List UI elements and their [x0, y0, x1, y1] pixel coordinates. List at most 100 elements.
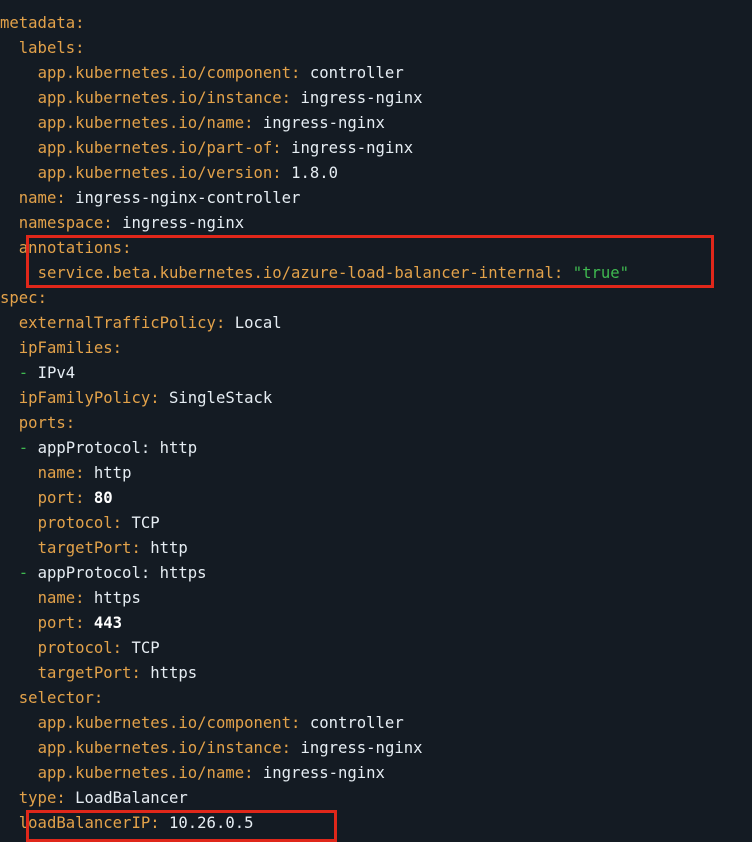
- yaml-key: targetPort: [37, 664, 132, 682]
- yaml-key: name: [18, 189, 57, 207]
- yaml-value: 443: [93, 614, 123, 632]
- code-line: namespace: ingress-nginx: [0, 211, 752, 236]
- yaml-key: app.kubernetes.io/name: [37, 764, 245, 782]
- yaml-key: app.kubernetes.io/instance: [37, 739, 282, 757]
- yaml-value: SingleStack: [169, 389, 273, 407]
- yaml-value: ingress-nginx: [122, 214, 245, 232]
- code-line: port: 443: [0, 611, 752, 636]
- yaml-colon: :: [140, 564, 151, 582]
- code-line: externalTrafficPolicy: Local: [0, 311, 752, 336]
- yaml-colon: :: [281, 739, 292, 757]
- yaml-colon: :: [75, 464, 85, 482]
- yaml-colon: :: [75, 614, 85, 632]
- code-line: name: ingress-nginx-controller: [0, 186, 752, 211]
- code-line: app.kubernetes.io/name: ingress-nginx: [0, 761, 752, 786]
- code-line: protocol: TCP: [0, 636, 752, 661]
- code-line: port: 80: [0, 486, 752, 511]
- yaml-colon: :: [244, 764, 254, 782]
- yaml-key: port: [37, 489, 76, 507]
- yaml-value: http: [150, 539, 188, 557]
- yaml-colon: :: [56, 189, 66, 207]
- code-line: metadata:: [0, 11, 752, 36]
- code-line: ipFamilies:: [0, 336, 752, 361]
- yaml-value: ingress-nginx: [291, 139, 414, 157]
- yaml-key: app.kubernetes.io/name: [37, 114, 245, 132]
- yaml-key: labels: [18, 39, 76, 57]
- yaml-code-view: metadata: labels: app.kubernetes.io/comp…: [0, 0, 752, 842]
- yaml-key: namespace: [18, 214, 104, 232]
- yaml-value: controller: [309, 714, 404, 732]
- yaml-colon: :: [150, 814, 160, 832]
- yaml-colon: :: [150, 389, 160, 407]
- yaml-value: controller: [309, 64, 404, 82]
- code-line: app.kubernetes.io/version: 1.8.0: [0, 161, 752, 186]
- code-line: selector:: [0, 686, 752, 711]
- yaml-key: loadBalancerIP: [18, 814, 151, 832]
- yaml-value: TCP: [131, 514, 160, 532]
- yaml-colon: :: [56, 789, 66, 807]
- yaml-key: name: [37, 589, 76, 607]
- yaml-value: https: [93, 589, 141, 607]
- yaml-value: "true": [572, 264, 630, 282]
- code-line: - appProtocol: https: [0, 561, 752, 586]
- yaml-colon: :: [272, 139, 282, 157]
- yaml-key: port: [37, 614, 76, 632]
- yaml-key: service.beta.kubernetes.io/azure-load-ba…: [37, 264, 554, 282]
- code-line: - appProtocol: http: [0, 436, 752, 461]
- code-line: app.kubernetes.io/instance: ingress-ngin…: [0, 736, 752, 761]
- code-line: loadBalancerIP: 10.26.0.5: [0, 811, 752, 836]
- yaml-value: http: [93, 464, 132, 482]
- yaml-colon: :: [244, 114, 254, 132]
- yaml-colon: :: [103, 214, 113, 232]
- yaml-colon: :: [291, 64, 301, 82]
- yaml-colon: :: [131, 539, 141, 557]
- yaml-key: targetPort: [37, 539, 132, 557]
- code-line: name: https: [0, 586, 752, 611]
- yaml-colon: :: [65, 414, 76, 432]
- yaml-key: ports: [18, 414, 66, 432]
- yaml-value: https: [159, 564, 207, 582]
- yaml-colon: :: [75, 14, 85, 32]
- code-line: targetPort: http: [0, 536, 752, 561]
- yaml-key: ipFamilyPolicy: [18, 389, 151, 407]
- list-dash: -: [18, 364, 38, 382]
- code-line: name: http: [0, 461, 752, 486]
- yaml-key: appProtocol: [37, 439, 141, 457]
- yaml-value: 1.8.0: [291, 164, 339, 182]
- yaml-key: app.kubernetes.io/version: [37, 164, 273, 182]
- code-line: app.kubernetes.io/component: controller: [0, 61, 752, 86]
- yaml-colon: :: [112, 639, 123, 657]
- yaml-key: metadata: [0, 14, 76, 32]
- yaml-key: app.kubernetes.io/component: [37, 64, 292, 82]
- code-line: app.kubernetes.io/name: ingress-nginx: [0, 111, 752, 136]
- yaml-value: 10.26.0.5: [169, 814, 254, 832]
- list-dash: -: [18, 564, 38, 582]
- yaml-value: https: [150, 664, 198, 682]
- yaml-colon: :: [75, 589, 85, 607]
- yaml-key: protocol: [37, 639, 113, 657]
- yaml-key: type: [18, 789, 57, 807]
- yaml-value: LoadBalancer: [75, 789, 188, 807]
- code-line: ipFamilyPolicy: SingleStack: [0, 386, 752, 411]
- yaml-value: ingress-nginx: [300, 89, 423, 107]
- yaml-colon: :: [75, 39, 85, 57]
- yaml-key: spec: [0, 289, 38, 307]
- yaml-colon: :: [112, 339, 123, 357]
